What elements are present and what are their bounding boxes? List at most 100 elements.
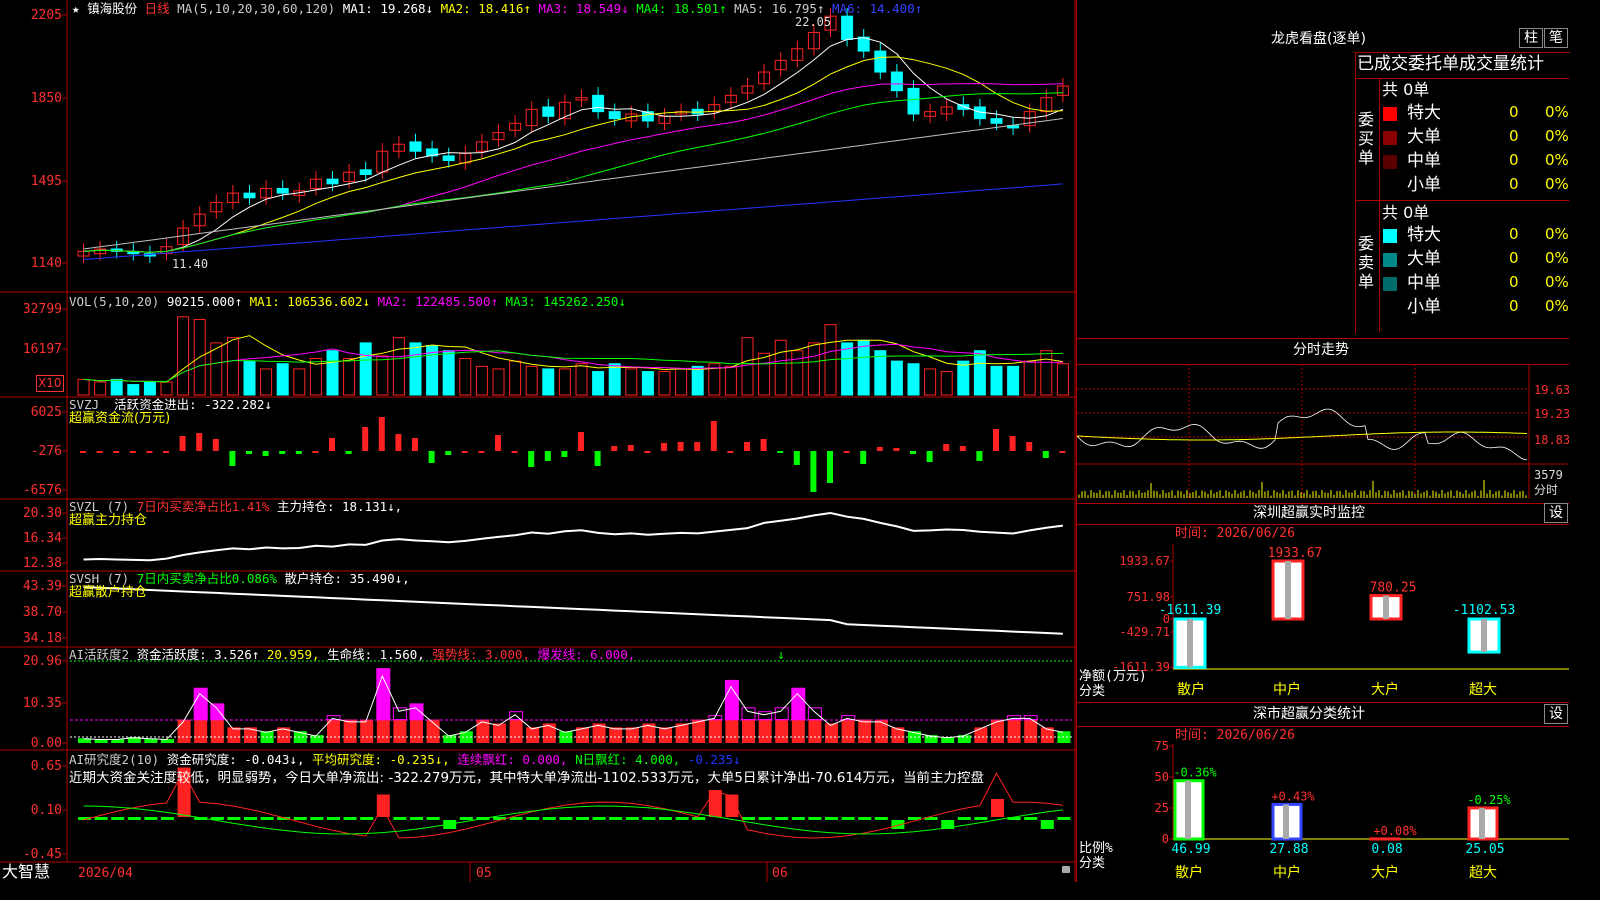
volume-bar [924, 368, 937, 396]
research-bar [974, 817, 988, 820]
activity-bar [376, 719, 390, 743]
intraday-chart[interactable]: 19.63 19.23 18.83 3579分时 [1077, 364, 1569, 504]
candle-body [326, 178, 339, 185]
volume-bar [293, 368, 306, 396]
szmon-bar-label: 中户 [1273, 681, 1301, 698]
research-bar [327, 817, 340, 820]
szmon-bar-value: -1102.53 [1453, 603, 1516, 618]
star-icon[interactable]: ★ [72, 1, 80, 16]
volume-bar [1007, 365, 1020, 396]
fund-flow-bar [1026, 442, 1033, 451]
chart-area[interactable]: 2205 1850 1495 1140 32799 16197 6025 -276 -6576 2… [0, 0, 1076, 882]
lhb-row-name: 大单 [1407, 127, 1441, 147]
fund-flow-bar [412, 438, 418, 451]
fund-flow-bar [262, 451, 269, 456]
fund-flow-bar [329, 438, 335, 451]
candle-body [890, 71, 903, 92]
buy-label: 委买单 [1358, 110, 1375, 167]
research-bar [111, 817, 125, 820]
activity-bar [509, 719, 523, 743]
vol-header: VOL(5,10,20) 90215.000↑ MA1: 106536.602↓… [69, 294, 626, 309]
fund-flow-bar [495, 435, 501, 451]
lhb-bar-button[interactable]: 柱 [1519, 28, 1543, 48]
research-bar [874, 817, 888, 820]
fund-flow-bar [744, 442, 750, 451]
research-bar [1024, 817, 1038, 820]
main-chart-svg[interactable]: 2205 1850 1495 1140 32799 16197 6025 -276 -6576 2… [0, 0, 1076, 882]
szmon-bar-group [1467, 617, 1501, 654]
volume-bar [343, 358, 356, 396]
sz-monitor-chart[interactable]: 时间: 2026/06/261933.67751.980-429.71-1611… [1077, 524, 1569, 702]
lock-icon[interactable] [1062, 866, 1070, 873]
volume-bar [608, 363, 621, 396]
volume-bar [890, 360, 903, 396]
lhb-row-percent: 0% [1545, 151, 1569, 169]
szmon-bar-label: 超大 [1469, 682, 1497, 698]
fund-flow-bar [661, 443, 667, 451]
szmon-bar-shade [1187, 619, 1193, 668]
fund-flow-bar [710, 421, 717, 451]
lhb-header: 已成交委托单成交量统计 [1357, 54, 1544, 74]
lhb-row-value: 0 [1509, 297, 1519, 315]
fund-flow-bar [362, 427, 369, 451]
fs-unit-label: 分时 [1534, 483, 1558, 497]
volume-bar [874, 350, 887, 396]
activity-bar [1007, 719, 1021, 743]
szmon-bar-group [1173, 617, 1207, 669]
volume-bar [459, 358, 472, 396]
ma5-line [83, 118, 1063, 250]
volume-bar [475, 365, 488, 396]
activity-bar [791, 719, 805, 743]
lhb-row-name: 小单 [1407, 297, 1441, 317]
lhb-row-percent: 0% [1545, 297, 1569, 315]
activity-bar [194, 719, 208, 743]
period-label[interactable]: 日线 [145, 1, 170, 16]
volume-bar [359, 342, 372, 396]
volume-bar [276, 363, 289, 396]
lhb-row-name: 中单 [1407, 273, 1441, 293]
legend-swatch [1383, 277, 1397, 291]
fund-flow-bar [777, 451, 784, 453]
axis-label: 2205 [31, 8, 62, 23]
research-bar [659, 817, 672, 820]
candle-body [542, 106, 555, 117]
candle-body [409, 141, 422, 152]
stock-name[interactable]: 镇海股份 [87, 1, 137, 16]
activity-bar [410, 719, 423, 743]
szstat-bar-group [1173, 779, 1205, 841]
research-bar [708, 790, 722, 817]
fund-flow-bar [378, 417, 385, 451]
lhb-stroke-button[interactable]: 笔 [1544, 28, 1568, 48]
research-bar [675, 817, 689, 820]
fs-axis-label: 19.63 [1534, 383, 1569, 397]
research-bar [161, 817, 174, 820]
research-bar [360, 817, 374, 820]
activity-bar-top [724, 679, 739, 721]
axis-label: 16.34 [23, 531, 62, 546]
fund-flow-bar [179, 436, 186, 451]
sz-stat-chart[interactable]: 时间: 2026/06/26 75 50 25 0 -0.36% 46.99 散户 +0.43%… [1077, 726, 1569, 882]
research-bar [1040, 820, 1054, 829]
research-bar [841, 817, 855, 820]
fs-axis-label: 18.83 [1534, 433, 1569, 447]
candle-body [907, 87, 920, 115]
research-bar [559, 817, 573, 820]
fund-flow-bar [976, 451, 983, 461]
volume-bar [1040, 350, 1053, 396]
volume-bar [177, 316, 190, 396]
szstat-axis-title: 比例% [1079, 841, 1113, 856]
axis-label: 0.65 [31, 759, 62, 774]
candle-body [442, 155, 455, 162]
buy-total: 共 0单 [1382, 80, 1430, 99]
volume-bar [326, 350, 339, 396]
szstat-settings-button[interactable]: 设 [1544, 704, 1568, 724]
brand-label[interactable]: 大智慧 [2, 863, 50, 881]
volume-bar [243, 360, 256, 396]
vol-unit-badge[interactable]: X10 [36, 375, 64, 392]
szstat-bar-bottom: 46.99 [1171, 842, 1210, 857]
axis-label: 16197 [23, 342, 62, 357]
candle-body [359, 169, 372, 176]
activity-bar-top [376, 668, 391, 721]
szmon-settings-button[interactable]: 设 [1544, 503, 1568, 523]
activity-bar [343, 719, 357, 743]
